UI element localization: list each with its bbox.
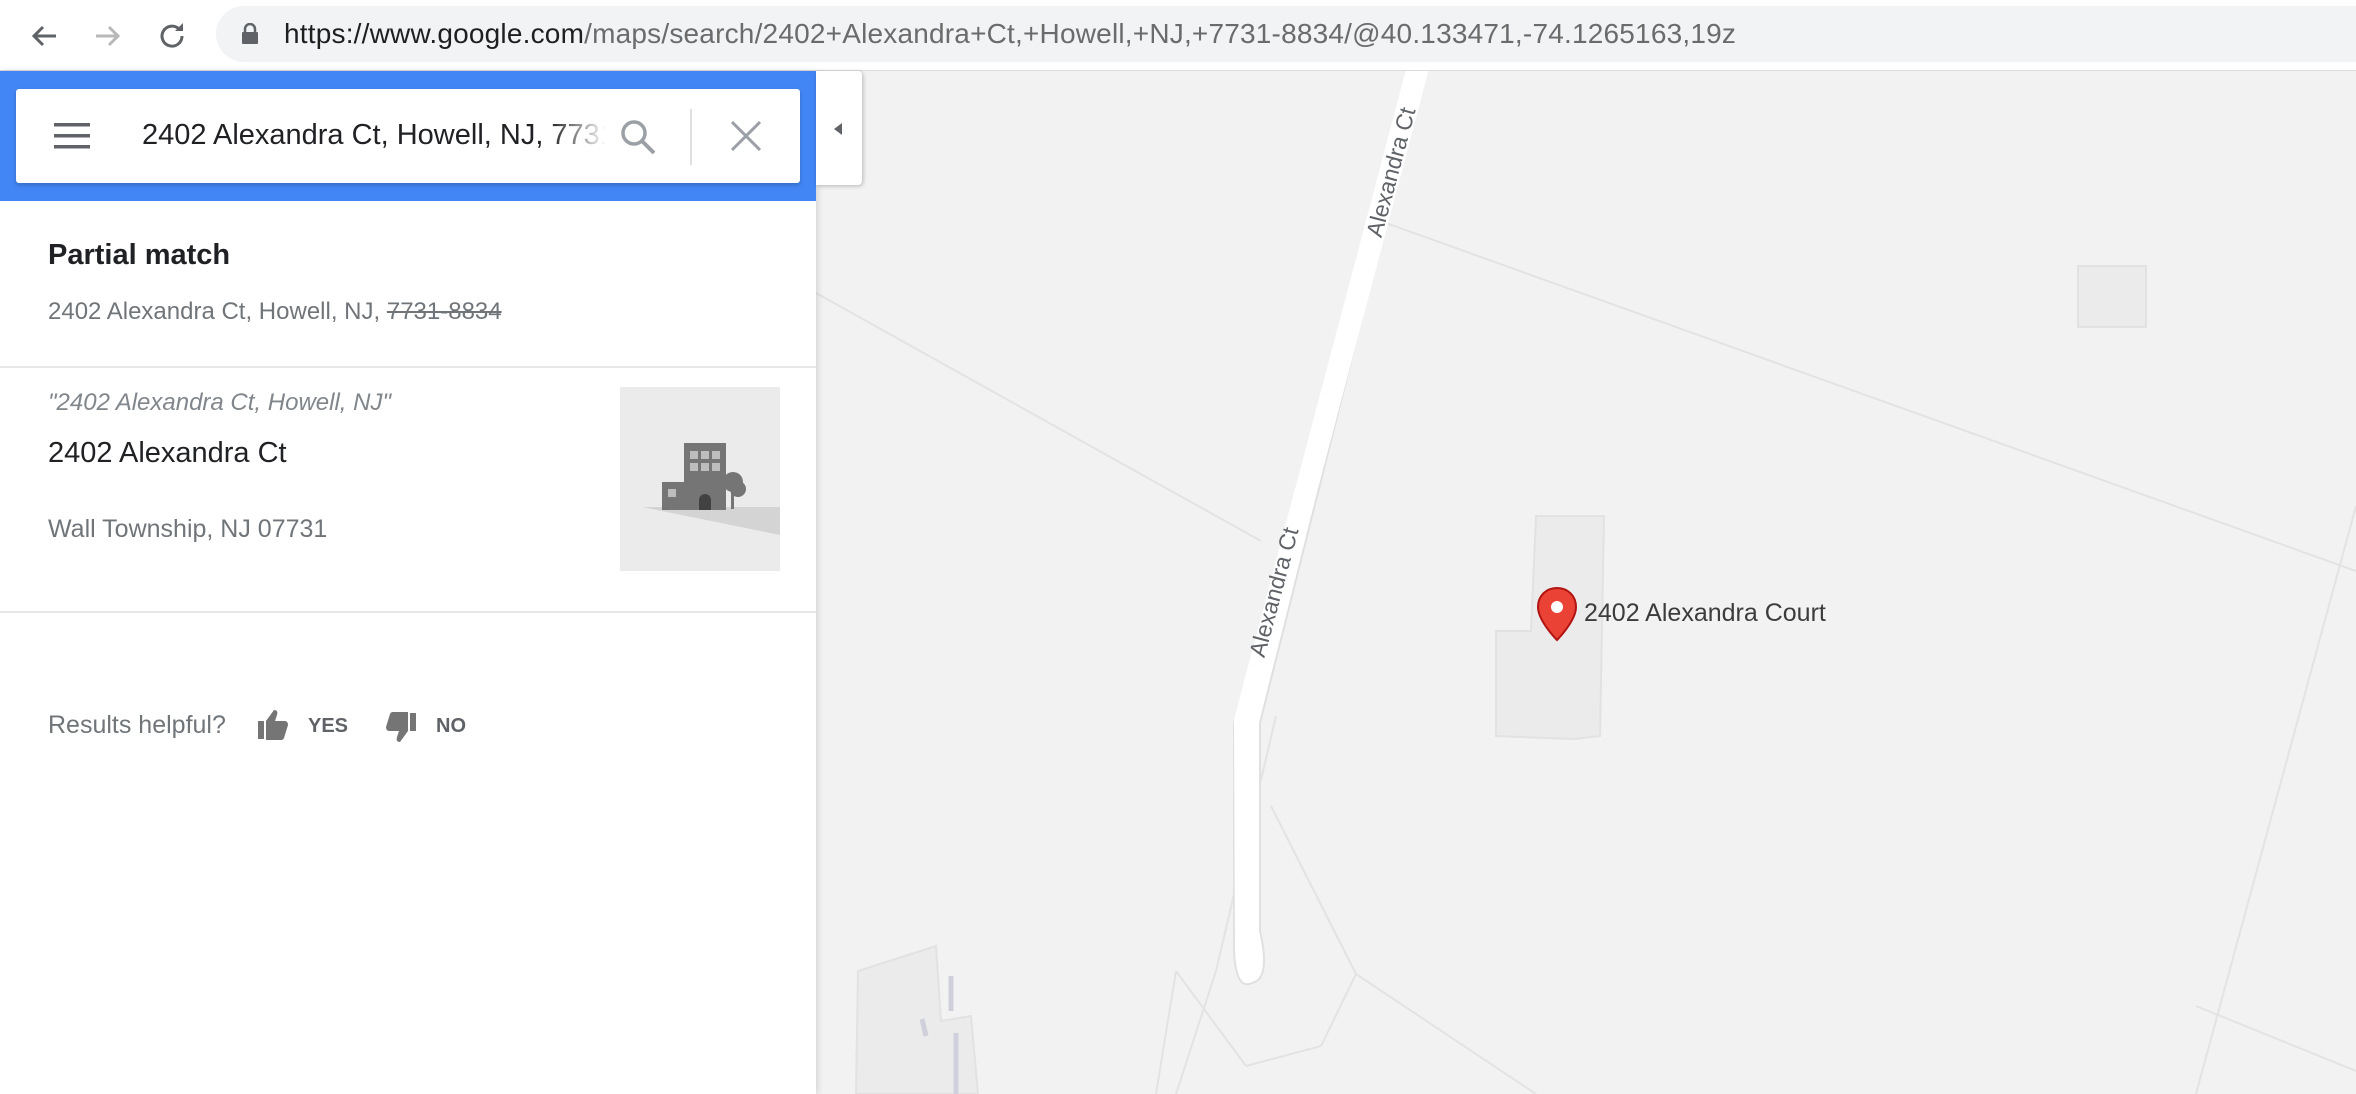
search-icon[interactable] (618, 117, 658, 157)
divider (0, 611, 816, 613)
url-text: https://www.google.com/maps/search/2402+… (284, 19, 1736, 49)
search-header (0, 71, 816, 201)
partial-address-struck: 7731-8834 (386, 298, 502, 325)
forward-icon[interactable] (88, 16, 128, 56)
search-divider (690, 109, 692, 165)
collapse-icon (834, 123, 842, 135)
browser-toolbar: https://www.google.com/maps/search/2402+… (0, 0, 2356, 71)
building-icon (620, 387, 780, 571)
result-query: "2402 Alexandra Ct, Howell, NJ" (48, 389, 391, 416)
partial-match-address: 2402 Alexandra Ct, Howell, NJ, 7731-8834 (48, 298, 502, 326)
search-input[interactable] (142, 115, 606, 155)
address-bar[interactable]: https://www.google.com/maps/search/2402+… (216, 6, 2356, 62)
reload-icon[interactable] (152, 16, 192, 56)
result-item[interactable]: "2402 Alexandra Ct, Howell, NJ" 2402 Ale… (0, 367, 816, 617)
pin-label[interactable]: 2402 Alexandra Court (1584, 599, 1826, 628)
map-canvas[interactable]: Alexandra Ct Alexandra Ct 2402 Alexandra… (816, 71, 2356, 1094)
thumb-down-icon[interactable] (384, 711, 418, 745)
result-locality: Wall Township, NJ 07731 (48, 515, 328, 543)
map-pin-icon[interactable] (1536, 586, 1578, 642)
partial-address-main: 2402 Alexandra Ct, Howell, NJ, (48, 298, 387, 325)
collapse-panel-button[interactable] (816, 71, 862, 185)
map-base (816, 71, 2356, 1094)
lock-icon (240, 22, 260, 45)
close-icon[interactable] (728, 118, 764, 154)
yes-button[interactable]: YES (308, 715, 348, 738)
feedback-question: Results helpful? (48, 711, 226, 739)
menu-icon[interactable] (52, 120, 92, 152)
url-path: /maps/search/2402+Alexandra+Ct,+Howell,+… (584, 18, 1737, 49)
search-box (16, 89, 800, 183)
back-icon[interactable] (24, 16, 64, 56)
no-button[interactable]: NO (436, 715, 466, 738)
partial-match-title: Partial match (48, 239, 231, 271)
url-host: https://www.google.com (284, 18, 585, 49)
results-panel: Partial match 2402 Alexandra Ct, Howell,… (0, 71, 816, 1094)
feedback-row: Results helpful? YES NO (0, 689, 816, 749)
thumb-up-icon[interactable] (256, 707, 290, 741)
result-name[interactable]: 2402 Alexandra Ct (48, 437, 287, 470)
